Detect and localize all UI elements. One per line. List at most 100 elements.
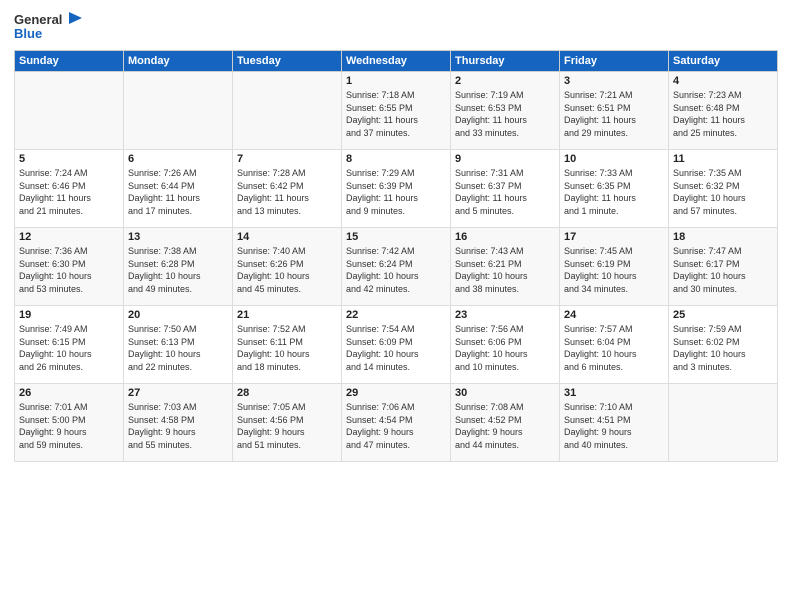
day-number: 26	[19, 387, 119, 399]
day-info: Sunrise: 7:35 AM Sunset: 6:32 PM Dayligh…	[673, 167, 773, 217]
calendar-week-row: 1Sunrise: 7:18 AM Sunset: 6:55 PM Daylig…	[15, 72, 778, 150]
day-number: 28	[237, 387, 337, 399]
calendar-cell: 31 Sunrise: 7:10 AM Sunset: 4:51 PM Dayli…	[560, 384, 669, 462]
calendar-cell: 21Sunrise: 7:52 AM Sunset: 6:11 PM Dayli…	[233, 306, 342, 384]
calendar-cell: 3 Sunrise: 7:21 AM Sunset: 6:51 PM Daylig…	[560, 72, 669, 150]
weekday-header-monday: Monday	[124, 51, 233, 72]
day-info: Sunrise: 7:24 AM Sunset: 6:46 PM Dayligh…	[19, 167, 119, 217]
calendar-cell	[124, 72, 233, 150]
calendar-cell: 26Sunrise: 7:01 AM Sunset: 5:00 PM Dayli…	[15, 384, 124, 462]
logo-svg: GeneralBlue	[14, 10, 84, 44]
calendar-cell: 17 Sunrise: 7:45 AM Sunset: 6:19 PM Dayli…	[560, 228, 669, 306]
calendar-cell	[15, 72, 124, 150]
calendar-cell: 15 Sunrise: 7:42 AM Sunset: 6:24 PM Dayli…	[342, 228, 451, 306]
calendar-cell: 4 Sunrise: 7:23 AM Sunset: 6:48 PM Daylig…	[669, 72, 778, 150]
calendar-cell: 25 Sunrise: 7:59 AM Sunset: 6:02 PM Dayli…	[669, 306, 778, 384]
day-info: Sunrise: 7:45 AM Sunset: 6:19 PM Dayligh…	[564, 245, 664, 295]
calendar-week-row: 26Sunrise: 7:01 AM Sunset: 5:00 PM Dayli…	[15, 384, 778, 462]
svg-text:General: General	[14, 12, 62, 27]
weekday-header-wednesday: Wednesday	[342, 51, 451, 72]
day-number: 12	[19, 231, 119, 243]
day-info: Sunrise: 7:36 AM Sunset: 6:30 PM Dayligh…	[19, 245, 119, 295]
weekday-header-row: SundayMondayTuesdayWednesdayThursdayFrid…	[15, 51, 778, 72]
day-number: 9	[455, 153, 555, 165]
day-info: Sunrise: 7:05 AM Sunset: 4:56 PM Dayligh…	[237, 401, 337, 451]
calendar-cell: 9 Sunrise: 7:31 AM Sunset: 6:37 PM Daylig…	[451, 150, 560, 228]
calendar-week-row: 5 Sunrise: 7:24 AM Sunset: 6:46 PM Daylig…	[15, 150, 778, 228]
weekday-header-tuesday: Tuesday	[233, 51, 342, 72]
calendar-cell	[233, 72, 342, 150]
day-number: 15	[346, 231, 446, 243]
day-info: Sunrise: 7:43 AM Sunset: 6:21 PM Dayligh…	[455, 245, 555, 295]
day-number: 31	[564, 387, 664, 399]
day-info: Sunrise: 7:06 AM Sunset: 4:54 PM Dayligh…	[346, 401, 446, 451]
weekday-header-friday: Friday	[560, 51, 669, 72]
day-info: Sunrise: 7:28 AM Sunset: 6:42 PM Dayligh…	[237, 167, 337, 217]
day-info: Sunrise: 7:21 AM Sunset: 6:51 PM Dayligh…	[564, 89, 664, 139]
day-info: Sunrise: 7:10 AM Sunset: 4:51 PM Dayligh…	[564, 401, 664, 451]
day-number: 23	[455, 309, 555, 321]
calendar-cell: 11 Sunrise: 7:35 AM Sunset: 6:32 PM Dayli…	[669, 150, 778, 228]
calendar-cell: 18Sunrise: 7:47 AM Sunset: 6:17 PM Dayli…	[669, 228, 778, 306]
day-number: 3	[564, 75, 664, 87]
day-number: 20	[128, 309, 228, 321]
calendar-cell: 24 Sunrise: 7:57 AM Sunset: 6:04 PM Dayli…	[560, 306, 669, 384]
day-info: Sunrise: 7:50 AM Sunset: 6:13 PM Dayligh…	[128, 323, 228, 373]
logo: GeneralBlue	[14, 10, 84, 44]
day-number: 2	[455, 75, 555, 87]
day-number: 4	[673, 75, 773, 87]
calendar-cell: 29 Sunrise: 7:06 AM Sunset: 4:54 PM Dayli…	[342, 384, 451, 462]
calendar-cell: 8 Sunrise: 7:29 AM Sunset: 6:39 PM Daylig…	[342, 150, 451, 228]
day-info: Sunrise: 7:31 AM Sunset: 6:37 PM Dayligh…	[455, 167, 555, 217]
day-info: Sunrise: 7:08 AM Sunset: 4:52 PM Dayligh…	[455, 401, 555, 451]
day-number: 19	[19, 309, 119, 321]
calendar-cell: 20 Sunrise: 7:50 AM Sunset: 6:13 PM Dayli…	[124, 306, 233, 384]
day-info: Sunrise: 7:49 AM Sunset: 6:15 PM Dayligh…	[19, 323, 119, 373]
day-info: Sunrise: 7:59 AM Sunset: 6:02 PM Dayligh…	[673, 323, 773, 373]
calendar-cell: 19 Sunrise: 7:49 AM Sunset: 6:15 PM Dayli…	[15, 306, 124, 384]
calendar-cell: 22 Sunrise: 7:54 AM Sunset: 6:09 PM Dayli…	[342, 306, 451, 384]
calendar-cell: 30 Sunrise: 7:08 AM Sunset: 4:52 PM Dayli…	[451, 384, 560, 462]
calendar-cell: 7Sunrise: 7:28 AM Sunset: 6:42 PM Daylig…	[233, 150, 342, 228]
calendar-cell: 14Sunrise: 7:40 AM Sunset: 6:26 PM Dayli…	[233, 228, 342, 306]
calendar-week-row: 12 Sunrise: 7:36 AM Sunset: 6:30 PM Dayli…	[15, 228, 778, 306]
day-info: Sunrise: 7:03 AM Sunset: 4:58 PM Dayligh…	[128, 401, 228, 451]
day-number: 5	[19, 153, 119, 165]
day-info: Sunrise: 7:52 AM Sunset: 6:11 PM Dayligh…	[237, 323, 337, 373]
day-number: 29	[346, 387, 446, 399]
day-info: Sunrise: 7:57 AM Sunset: 6:04 PM Dayligh…	[564, 323, 664, 373]
calendar-cell: 16Sunrise: 7:43 AM Sunset: 6:21 PM Dayli…	[451, 228, 560, 306]
day-number: 11	[673, 153, 773, 165]
day-info: Sunrise: 7:29 AM Sunset: 6:39 PM Dayligh…	[346, 167, 446, 217]
day-number: 22	[346, 309, 446, 321]
calendar-cell: 23Sunrise: 7:56 AM Sunset: 6:06 PM Dayli…	[451, 306, 560, 384]
day-number: 14	[237, 231, 337, 243]
calendar-cell: 12 Sunrise: 7:36 AM Sunset: 6:30 PM Dayli…	[15, 228, 124, 306]
day-info: Sunrise: 7:23 AM Sunset: 6:48 PM Dayligh…	[673, 89, 773, 139]
day-info: Sunrise: 7:47 AM Sunset: 6:17 PM Dayligh…	[673, 245, 773, 295]
day-info: Sunrise: 7:19 AM Sunset: 6:53 PM Dayligh…	[455, 89, 555, 139]
calendar-cell: 5 Sunrise: 7:24 AM Sunset: 6:46 PM Daylig…	[15, 150, 124, 228]
calendar-cell	[669, 384, 778, 462]
weekday-header-thursday: Thursday	[451, 51, 560, 72]
day-number: 1	[346, 75, 446, 87]
calendar-cell: 6Sunrise: 7:26 AM Sunset: 6:44 PM Daylig…	[124, 150, 233, 228]
day-number: 24	[564, 309, 664, 321]
calendar-cell: 28 Sunrise: 7:05 AM Sunset: 4:56 PM Dayli…	[233, 384, 342, 462]
day-info: Sunrise: 7:54 AM Sunset: 6:09 PM Dayligh…	[346, 323, 446, 373]
day-number: 25	[673, 309, 773, 321]
calendar-cell: 2 Sunrise: 7:19 AM Sunset: 6:53 PM Daylig…	[451, 72, 560, 150]
day-number: 10	[564, 153, 664, 165]
header: GeneralBlue	[14, 10, 778, 44]
calendar-table: SundayMondayTuesdayWednesdayThursdayFrid…	[14, 50, 778, 462]
day-number: 8	[346, 153, 446, 165]
day-number: 13	[128, 231, 228, 243]
day-info: Sunrise: 7:42 AM Sunset: 6:24 PM Dayligh…	[346, 245, 446, 295]
page: GeneralBlue SundayMondayTuesdayWednesday…	[0, 0, 792, 612]
day-number: 30	[455, 387, 555, 399]
calendar-cell: 27Sunrise: 7:03 AM Sunset: 4:58 PM Dayli…	[124, 384, 233, 462]
day-info: Sunrise: 7:38 AM Sunset: 6:28 PM Dayligh…	[128, 245, 228, 295]
calendar-cell: 1Sunrise: 7:18 AM Sunset: 6:55 PM Daylig…	[342, 72, 451, 150]
day-number: 17	[564, 231, 664, 243]
svg-text:Blue: Blue	[14, 26, 42, 41]
